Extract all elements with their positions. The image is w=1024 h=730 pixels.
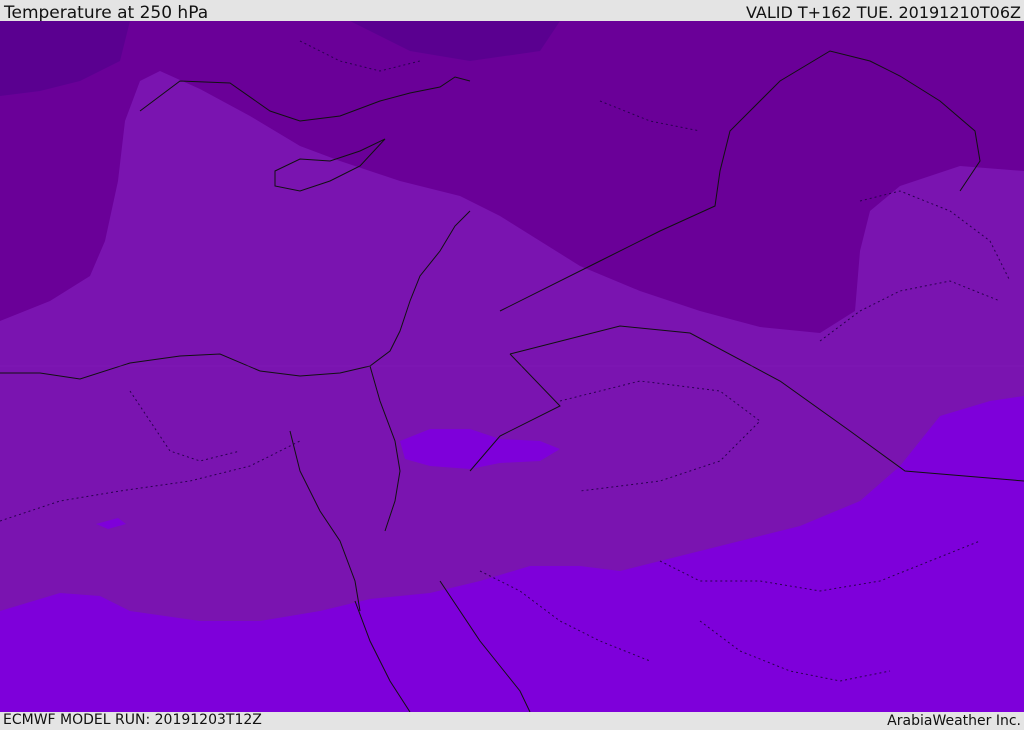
map-canvas xyxy=(0,21,1024,712)
footer-bar: ECMWF MODEL RUN: 20191203T12Z ArabiaWeat… xyxy=(0,712,1024,729)
map-title: Temperature at 250 hPa xyxy=(4,3,209,23)
model-run: ECMWF MODEL RUN: 20191203T12Z xyxy=(3,712,262,728)
valid-time: VALID T+162 TUE. 20191210T06Z xyxy=(745,3,1021,22)
header-bar: Temperature at 250 hPa VALID T+162 TUE. … xyxy=(0,0,1024,23)
weather-map[interactable] xyxy=(0,21,1024,712)
brand-credit: ArabiaWeather Inc. xyxy=(887,713,1021,729)
